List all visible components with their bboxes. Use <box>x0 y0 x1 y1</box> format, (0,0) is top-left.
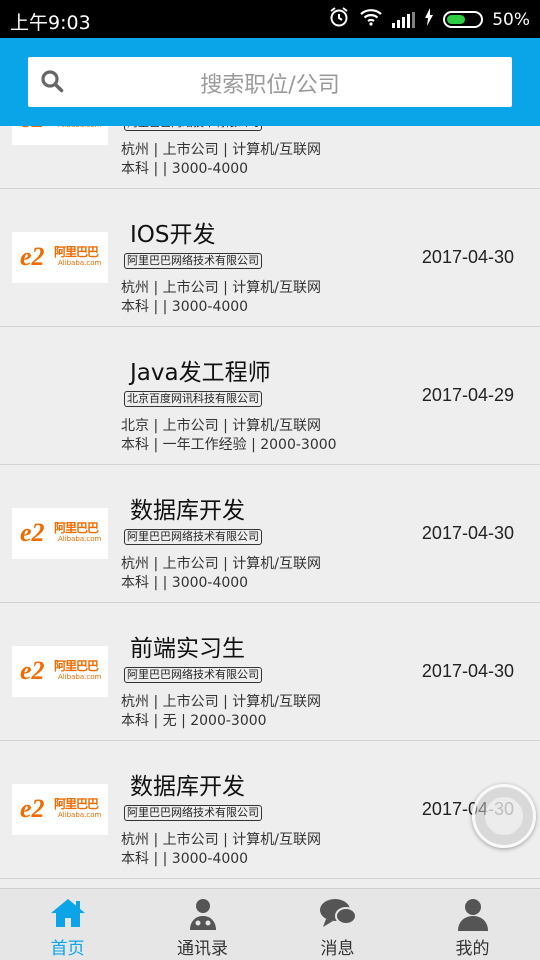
job-date: 2017-04-30 <box>421 523 514 543</box>
company-logo: e2阿里巴巴Alibaba.com <box>12 126 108 145</box>
home-icon <box>49 897 87 933</box>
logo-sub: Alibaba.com <box>58 535 102 543</box>
search-input[interactable]: 搜索职位/公司 <box>28 57 512 107</box>
company-name: 阿里巴巴网络技术有限公司 <box>124 805 262 821</box>
job-list-item[interactable]: e2 阿里巴巴 Alibaba.com 数据库开发阿里巴巴网络技术有限公司杭州 | 上… <box>0 741 540 879</box>
company-name: 阿里巴巴网络技术有限公司 <box>124 126 262 131</box>
search-placeholder: 搜索职位/公司 <box>200 73 340 98</box>
job-location-info: 杭州 | 上市公司 | 计算机/互联网 <box>121 832 321 848</box>
company-logo: e2 阿里巴巴Alibaba.com <box>12 508 108 559</box>
person-icon <box>456 897 490 935</box>
job-requirement-info: 本科 | | 3000-4000 <box>121 851 249 867</box>
logo-sub: Alibaba.com <box>58 811 102 819</box>
company-name: 阿里巴巴网络技术有限公司 <box>124 529 262 545</box>
job-location-info: 北京 | 上市公司 | 计算机/互联网 <box>121 418 321 434</box>
wifi-icon <box>359 8 383 31</box>
alarm-icon <box>328 6 350 33</box>
alibaba-logo-icon: e2 <box>20 656 45 685</box>
job-list-item[interactable]: e2 阿里巴巴 Alibaba.com 前端实习生阿里巴巴网络技术有限公司杭州 | 上… <box>0 603 540 741</box>
alibaba-logo-icon: e2 <box>20 518 45 547</box>
logo-sub: Alibaba.com <box>58 673 102 681</box>
logo-name: 阿里巴巴 <box>54 245 99 259</box>
alibaba-logo-icon: e2 <box>20 126 45 134</box>
status-time: 上午9:03 <box>10 12 91 34</box>
job-list-item[interactable]: e2 阿里巴巴 Alibaba.com IOS开发阿里巴巴网络技术有限公司杭州 | 上… <box>0 189 540 327</box>
logo-name: 阿里巴巴 <box>54 797 99 811</box>
job-list-item[interactable]: e2阿里巴巴Alibaba.com高级Java开发阿里巴巴网络技术有限公司杭州 … <box>0 126 540 189</box>
tab-messages[interactable]: 消息 <box>270 889 405 960</box>
job-list[interactable]: e2阿里巴巴Alibaba.com高级Java开发阿里巴巴网络技术有限公司杭州 … <box>0 126 540 888</box>
company-logo: e2 阿里巴巴Alibaba.com <box>12 784 108 835</box>
job-title: 数据库开发 <box>130 774 245 800</box>
job-date: 2017-04-29 <box>421 385 514 405</box>
job-list-item[interactable]: Java发工程师北京百度网讯科技有限公司北京 | 上市公司 | 计算机/互联网本… <box>0 327 540 465</box>
company-name: 阿里巴巴网络技术有限公司 <box>124 667 262 683</box>
charging-icon <box>424 8 434 31</box>
logo-sub: Alibaba.com <box>58 259 102 267</box>
job-date: 2017-04-30 <box>421 661 514 681</box>
job-location-info: 杭州 | 上市公司 | 计算机/互联网 <box>121 694 321 710</box>
job-date: 2017-04-30 <box>421 247 514 267</box>
floating-assistive-button[interactable] <box>472 784 536 848</box>
job-requirement-info: 本科 | 无 | 2000-3000 <box>121 713 267 729</box>
tab-mine[interactable]: 我的 <box>405 889 540 960</box>
status-bar: 上午9:03 50% <box>0 0 540 38</box>
logo-name: 阿里巴巴 <box>54 659 99 673</box>
job-location-info: 杭州 | 上市公司 | 计算机/互联网 <box>121 142 321 158</box>
job-title: 前端实习生 <box>130 636 245 662</box>
job-title: IOS开发 <box>130 222 216 248</box>
tab-label-contacts: 通讯录 <box>177 939 228 959</box>
company-name: 阿里巴巴网络技术有限公司 <box>124 253 262 269</box>
status-icons: 50% <box>328 6 530 33</box>
chat-icon <box>318 897 358 933</box>
job-location-info: 杭州 | 上市公司 | 计算机/互联网 <box>121 280 321 296</box>
job-requirement-info: 本科 | | 3000-4000 <box>121 161 249 177</box>
company-logo: e2 阿里巴巴Alibaba.com <box>12 232 108 283</box>
battery-icon <box>443 11 484 28</box>
logo-sub: Alibaba.com <box>58 126 101 129</box>
company-name: 北京百度网讯科技有限公司 <box>124 391 262 407</box>
bottom-tab-bar: 首页 通讯录 消息 我的 <box>0 888 540 960</box>
tab-label-home: 首页 <box>50 939 85 959</box>
tab-contacts[interactable]: 通讯录 <box>135 889 270 960</box>
job-requirement-info: 本科 | 一年工作经验 | 2000-3000 <box>121 437 337 453</box>
job-title: 数据库开发 <box>130 498 245 524</box>
tab-home[interactable]: 首页 <box>0 889 135 960</box>
job-date: 2017-04-30 <box>422 126 514 130</box>
tab-label-mine: 我的 <box>455 939 490 959</box>
battery-percent: 50% <box>492 9 530 30</box>
logo-name: 阿里巴巴 <box>54 521 99 535</box>
job-list-item[interactable]: e2 阿里巴巴 Alibaba.com 数据库开发阿里巴巴网络技术有限公司杭州 | 上… <box>0 465 540 603</box>
job-title: Java发工程师 <box>130 360 271 386</box>
company-logo: e2 阿里巴巴Alibaba.com <box>12 646 108 697</box>
tab-label-messages: 消息 <box>320 939 355 959</box>
job-requirement-info: 本科 | | 3000-4000 <box>121 299 249 315</box>
header: 搜索职位/公司 <box>0 38 540 126</box>
signal-icon <box>392 11 416 28</box>
job-location-info: 杭州 | 上市公司 | 计算机/互联网 <box>121 556 321 572</box>
alibaba-logo-icon: e2 <box>20 242 45 271</box>
job-requirement-info: 本科 | | 3000-4000 <box>121 575 249 591</box>
alibaba-logo-icon: e2 <box>20 794 45 823</box>
contacts-icon <box>186 897 220 935</box>
